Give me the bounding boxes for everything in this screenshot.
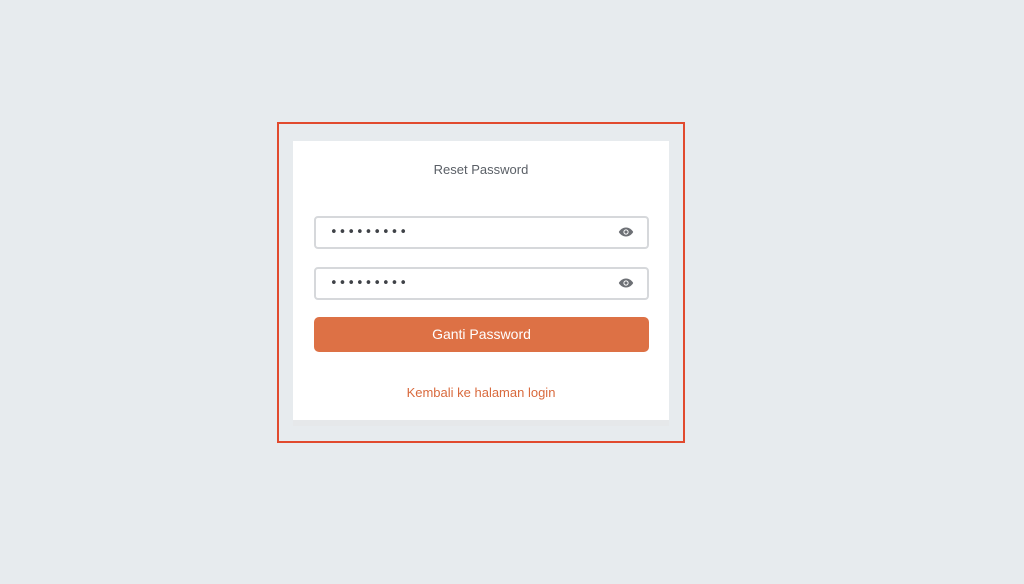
eye-icon[interactable] [618, 277, 634, 289]
back-to-login-link[interactable]: Kembali ke halaman login [293, 385, 669, 400]
confirm-password-input[interactable] [316, 269, 606, 298]
new-password-field [314, 216, 649, 249]
new-password-input[interactable] [316, 218, 606, 247]
eye-icon[interactable] [618, 226, 634, 238]
change-password-button[interactable]: Ganti Password [314, 317, 649, 352]
confirm-password-field [314, 267, 649, 300]
reset-password-card: Reset Password Ganti Password Kembali ke… [293, 141, 669, 420]
page-title: Reset Password [433, 162, 529, 177]
